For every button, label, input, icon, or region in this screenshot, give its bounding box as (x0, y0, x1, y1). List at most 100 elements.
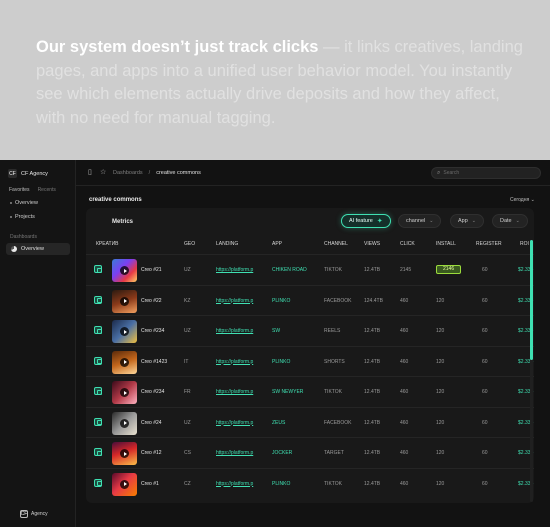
cell-landing[interactable]: https://platform.p (216, 267, 253, 273)
hero-text: Our system doesn’t just track clicks — i… (36, 36, 526, 130)
breadcrumb-separator: / (148, 170, 151, 176)
tab-favorites[interactable]: Favorites (9, 187, 30, 193)
channel-filter[interactable]: channel ⌄ (398, 214, 442, 228)
install-highlight-badge: 2146 (436, 265, 462, 274)
creative-name: Creo #12 (141, 450, 162, 456)
cell-app: PLINKO (272, 297, 291, 304)
app-filter[interactable]: App ⌄ (450, 214, 484, 228)
row-checkbox-icon[interactable] (94, 356, 102, 365)
sidebar-footer-brand: CF Agency (20, 510, 48, 518)
row-checkbox-icon[interactable] (94, 265, 102, 273)
creative-thumbnail[interactable] (112, 259, 137, 282)
search-placeholder: Search (443, 170, 460, 176)
app-filter-label: App (458, 218, 468, 224)
tab-recents[interactable]: Recents (38, 187, 56, 193)
cell-channel: TIKTOK (324, 267, 342, 273)
brand[interactable]: CF CF Agency (8, 169, 48, 178)
row-checkbox-icon[interactable] (94, 478, 102, 487)
bullet-icon (10, 202, 12, 204)
cell-install: 120 (436, 358, 445, 365)
creative-thumbnail[interactable] (112, 320, 137, 343)
cell-geo: UZ (184, 328, 191, 334)
play-icon[interactable] (120, 418, 129, 428)
creative-name: Creo #1423 (141, 358, 168, 365)
column-header[interactable]: INSTALL (436, 241, 456, 247)
table-row[interactable]: Creo #1423 IT https://platform.p PLINKO SHOR… (86, 345, 534, 376)
table-row[interactable]: Creo #21 UZ https://platform.p CHIKEN ROAD T… (86, 254, 534, 284)
cell-click: 460 (400, 297, 409, 304)
cell-register: 60 (482, 419, 488, 426)
cell-register: 60 (482, 358, 488, 365)
column-header[interactable]: GEO (184, 241, 195, 247)
play-icon[interactable] (120, 266, 129, 275)
play-icon[interactable] (120, 296, 129, 306)
cell-register: 60 (482, 450, 488, 456)
cell-landing[interactable]: https://platform.p (216, 420, 253, 426)
cell-install: 120 (436, 328, 445, 334)
sidebar-item-projects[interactable]: Projects (10, 214, 35, 220)
cell-landing[interactable]: https://platform.p (216, 389, 253, 395)
metrics-label: Metrics (112, 219, 134, 225)
column-header[interactable]: КРЕАТИВ (96, 241, 119, 247)
cell-channel: TIKTOK (324, 389, 342, 395)
row-checkbox-icon[interactable] (94, 417, 102, 426)
table-row[interactable]: Creo #234 UZ https://platform.p SW REELS 12.4… (86, 315, 534, 345)
creative-thumbnail[interactable] (112, 381, 137, 404)
row-checkbox-icon[interactable] (94, 326, 102, 334)
cell-landing[interactable]: https://platform.p (216, 450, 253, 456)
hero-strong-text: Our system doesn’t just track clicks (36, 38, 319, 56)
cell-register: 60 (482, 297, 488, 304)
creative-thumbnail[interactable] (112, 472, 137, 496)
cell-views: 12.4TB (364, 358, 381, 365)
cell-views: 124.4TB (364, 297, 383, 304)
column-header[interactable]: LANDING (216, 241, 238, 247)
row-checkbox-icon[interactable] (94, 387, 102, 395)
play-icon[interactable] (120, 479, 129, 489)
cell-app: CHIKEN ROAD (272, 267, 307, 273)
cell-landing[interactable]: https://platform.p (216, 298, 253, 304)
table-row[interactable]: Creo #1 CZ https://platform.p PLINKO TIKTOK 1… (86, 467, 534, 498)
date-range-select[interactable]: Сегодня ⌄ (510, 197, 535, 203)
cell-landing[interactable]: https://platform.p (216, 359, 253, 365)
table-row[interactable]: Creo #22 KZ https://platform.p PLINKO FACEBO… (86, 284, 534, 315)
creative-thumbnail[interactable] (112, 350, 137, 374)
play-icon[interactable] (120, 388, 129, 397)
column-header[interactable]: VIEWS (364, 241, 380, 247)
cell-landing[interactable]: https://platform.p (216, 328, 253, 334)
table-row[interactable]: Creo #24 UZ https://platform.p ZEUS FACEBOOK… (86, 406, 534, 437)
column-header[interactable]: ROI (520, 241, 529, 247)
star-icon[interactable]: ☆ (100, 169, 107, 176)
cell-app: JOCKER (272, 450, 293, 456)
cell-landing[interactable]: https://platform.p (216, 481, 253, 487)
footer-label: Agency (31, 511, 48, 517)
ai-feature-button[interactable]: AI feature ✦ (341, 214, 391, 228)
column-header[interactable]: APP (272, 241, 282, 247)
breadcrumb-dashboards[interactable]: Dashboards (113, 170, 143, 176)
creative-thumbnail[interactable] (112, 442, 137, 465)
search-input[interactable]: ⌕ Search (431, 167, 541, 179)
cell-register: 60 (482, 480, 488, 487)
cell-app: SW (272, 328, 281, 334)
column-header[interactable]: REGISTER (476, 241, 502, 247)
cell-app: PLINKO (272, 358, 291, 365)
cell-install: 120 (436, 450, 445, 456)
scrollbar-thumb[interactable] (530, 240, 533, 360)
creative-thumbnail[interactable] (112, 411, 137, 435)
column-header[interactable]: CHANNEL (324, 241, 348, 247)
cell-geo: IT (184, 358, 189, 365)
date-filter[interactable]: Date ⌄ (492, 214, 528, 228)
play-icon[interactable] (120, 449, 129, 458)
sidebar-toggle-icon[interactable]: ▯ (88, 169, 95, 176)
play-icon[interactable] (120, 357, 129, 367)
creative-thumbnail[interactable] (112, 289, 137, 313)
bullet-icon (10, 216, 12, 218)
table-row[interactable]: Creo #12 CS https://platform.p JOCKER TARGET… (86, 437, 534, 467)
sidebar-item-overview[interactable]: Overview (10, 200, 38, 206)
row-checkbox-icon[interactable] (94, 295, 102, 304)
row-checkbox-icon[interactable] (94, 448, 102, 456)
sidebar-tabs: Favorites Recents (9, 187, 56, 193)
column-header[interactable]: CLICK (400, 241, 415, 247)
sidebar-item-dashboard-overview[interactable]: Overview (6, 243, 70, 255)
play-icon[interactable] (120, 327, 129, 336)
table-row[interactable]: Creo #234 FR https://platform.p SW NEWYER TI… (86, 376, 534, 406)
